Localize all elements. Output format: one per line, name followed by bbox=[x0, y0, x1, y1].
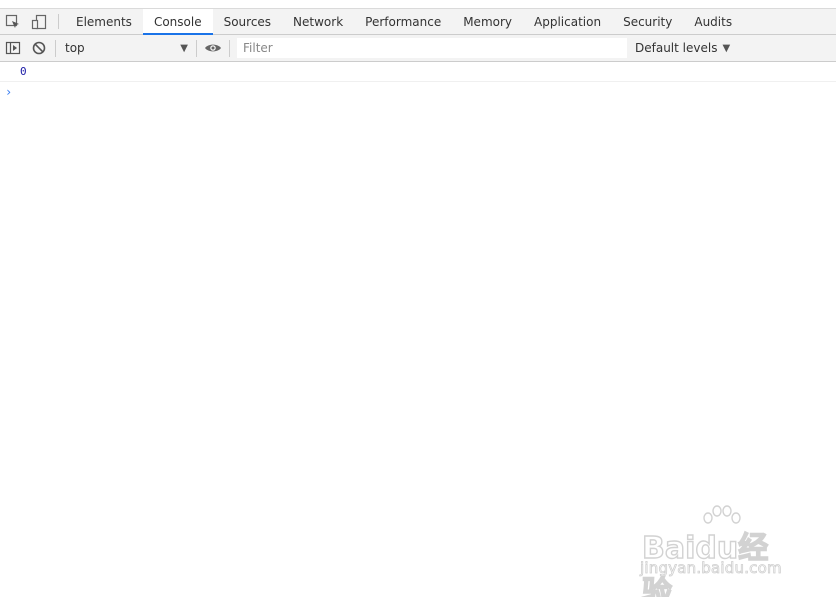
tab-memory[interactable]: Memory bbox=[452, 9, 523, 34]
console-toolbar: top ▼ Default levels ▼ bbox=[0, 35, 836, 62]
device-toolbar-icon bbox=[31, 14, 47, 30]
device-toolbar-button[interactable] bbox=[26, 9, 52, 35]
live-expression-button[interactable] bbox=[200, 35, 226, 61]
tab-elements[interactable]: Elements bbox=[65, 9, 143, 34]
context-selector[interactable]: top ▼ bbox=[59, 37, 193, 59]
log-levels-label: Default levels bbox=[635, 41, 718, 55]
dropdown-arrow-icon: ▼ bbox=[722, 42, 731, 54]
tab-performance[interactable]: Performance bbox=[354, 9, 452, 34]
prompt-caret-icon: › bbox=[5, 84, 13, 99]
devtools-window: Elements Console Sources Network Perform… bbox=[0, 0, 836, 597]
inspect-element-button[interactable] bbox=[0, 9, 26, 35]
toolbar-separator bbox=[55, 39, 56, 57]
sidebar-toggle-icon bbox=[5, 41, 21, 55]
tab-bar-separator bbox=[58, 14, 59, 29]
toolbar-separator bbox=[229, 39, 230, 57]
inspect-element-icon bbox=[5, 14, 19, 28]
console-prompt[interactable]: › bbox=[0, 82, 836, 101]
console-output: 0 › bbox=[0, 62, 836, 101]
tab-security[interactable]: Security bbox=[612, 9, 683, 34]
console-number-value: 0 bbox=[20, 65, 27, 78]
sidebar-toggle-button[interactable] bbox=[0, 35, 26, 61]
tab-sources[interactable]: Sources bbox=[213, 9, 282, 34]
clear-console-icon bbox=[32, 41, 46, 55]
console-message: 0 bbox=[0, 62, 836, 82]
tab-audits[interactable]: Audits bbox=[683, 9, 743, 34]
tab-console[interactable]: Console bbox=[142, 9, 213, 35]
eye-icon bbox=[205, 44, 221, 52]
context-selector-value: top bbox=[65, 41, 85, 55]
toolbar-separator bbox=[196, 39, 197, 57]
tab-application[interactable]: Application bbox=[523, 9, 612, 34]
tab-network[interactable]: Network bbox=[282, 9, 354, 34]
watermark-url: jingyan.baidu.com bbox=[640, 559, 782, 578]
top-strip bbox=[0, 0, 836, 8]
tab-bar: Elements Console Sources Network Perform… bbox=[0, 8, 836, 35]
baidu-watermark: Baidu经验 jingyan.baidu.com bbox=[638, 505, 798, 597]
clear-console-button[interactable] bbox=[26, 35, 52, 61]
filter-input[interactable] bbox=[237, 38, 627, 58]
log-levels-dropdown[interactable]: Default levels ▼ bbox=[635, 41, 730, 55]
dropdown-arrow-icon: ▼ bbox=[180, 42, 188, 54]
